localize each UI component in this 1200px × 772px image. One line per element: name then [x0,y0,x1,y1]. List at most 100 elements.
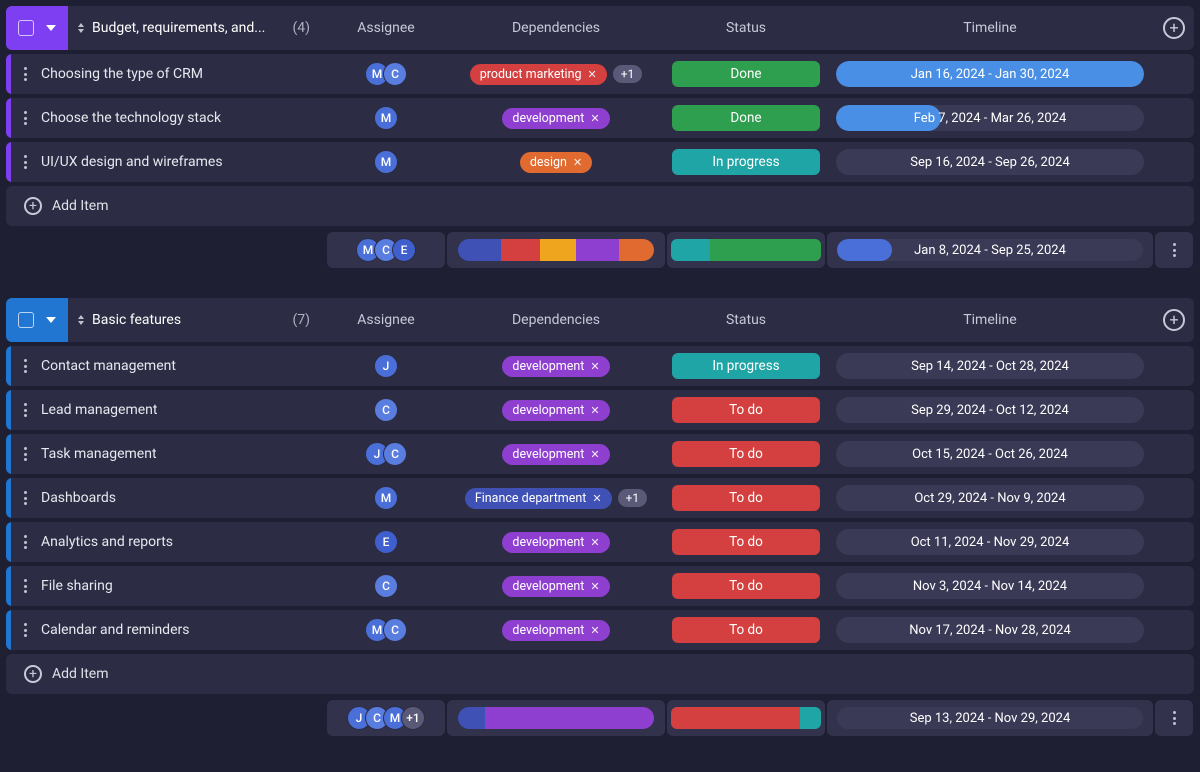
dependency-tag[interactable]: development✕ [502,108,609,129]
status-pill[interactable]: To do [672,441,820,467]
collapse-icon[interactable] [46,25,56,31]
summary-assignees[interactable]: JCM+1 [327,700,445,736]
row-title[interactable]: Analytics and reports [41,534,173,550]
avatar[interactable]: E [374,530,398,554]
dependencies-cell[interactable]: development✕ [446,390,666,430]
col-assignee[interactable]: Assignee [326,20,446,36]
dependencies-cell[interactable]: development✕ [446,434,666,474]
status-pill[interactable]: To do [672,397,820,423]
dependency-tag[interactable]: Finance department✕ [465,488,612,509]
avatar[interactable]: M [374,486,398,510]
remove-tag-icon[interactable]: ✕ [590,580,599,593]
timeline-cell[interactable]: Oct 29, 2024 - Nov 9, 2024 [826,478,1154,518]
dependency-tag[interactable]: product marketing✕ [470,64,607,85]
dependency-tag[interactable]: development✕ [502,444,609,465]
col-timeline[interactable]: Timeline [826,312,1154,328]
assignee-cell[interactable]: J [326,346,446,386]
assignee-cell[interactable]: E [326,522,446,562]
dependencies-cell[interactable]: development✕ [446,566,666,606]
status-cell[interactable]: To do [666,390,826,430]
avatar[interactable]: C [383,618,407,642]
assignee-cell[interactable]: M [326,478,446,518]
row-menu-icon[interactable] [24,623,27,637]
avatar[interactable]: M [374,150,398,174]
timeline-pill[interactable]: Nov 3, 2024 - Nov 14, 2024 [836,573,1144,599]
timeline-pill[interactable]: Sep 14, 2024 - Oct 28, 2024 [836,353,1144,379]
avatar[interactable]: C [383,442,407,466]
row-menu-icon[interactable] [24,359,27,373]
avatar[interactable]: C [374,574,398,598]
timeline-cell[interactable]: Nov 3, 2024 - Nov 14, 2024 [826,566,1154,606]
timeline-pill[interactable]: Feb 7, 2024 - Mar 26, 2024 [836,105,1144,131]
plus-icon[interactable]: + [24,197,42,215]
assignee-cell[interactable]: MC [326,54,446,94]
add-item-row[interactable]: + Add Item [6,186,1194,226]
col-status[interactable]: Status [666,20,826,36]
table-row[interactable]: File sharing C development✕ To do Nov 3,… [6,566,1194,606]
remove-tag-icon[interactable]: ✕ [590,112,599,125]
timeline-cell[interactable]: Oct 11, 2024 - Nov 29, 2024 [826,522,1154,562]
table-row[interactable]: Lead management C development✕ To do Sep… [6,390,1194,430]
status-pill[interactable]: In progress [672,353,820,379]
assignee-cell[interactable]: M [326,142,446,182]
row-title[interactable]: UI/UX design and wireframes [41,154,223,170]
dependencies-cell[interactable]: product marketing✕ +1 [446,54,666,94]
row-menu-icon[interactable] [24,403,27,417]
row-title[interactable]: Dashboards [41,490,116,506]
dependencies-cell[interactable]: development✕ [446,522,666,562]
row-menu-icon[interactable] [24,491,27,505]
timeline-pill[interactable]: Sep 29, 2024 - Oct 12, 2024 [836,397,1144,423]
row-menu-icon[interactable] [24,579,27,593]
col-dependencies[interactable]: Dependencies [446,20,666,36]
table-row[interactable]: Dashboards M Finance department✕+1 To do… [6,478,1194,518]
row-title[interactable]: Task management [41,446,157,462]
row-title[interactable]: Choosing the type of CRM [41,66,203,82]
remove-tag-icon[interactable]: ✕ [588,68,597,81]
group-accent[interactable] [6,298,68,342]
table-row[interactable]: Calendar and reminders MC development✕ T… [6,610,1194,650]
status-cell[interactable]: To do [666,610,826,650]
summary-assignees[interactable]: MCE [327,232,445,268]
assignee-cell[interactable]: M [326,98,446,138]
remove-tag-icon[interactable]: ✕ [592,492,601,505]
status-pill[interactable]: To do [672,529,820,555]
remove-tag-icon[interactable]: ✕ [590,536,599,549]
sort-icon[interactable] [78,315,84,325]
remove-tag-icon[interactable]: ✕ [590,624,599,637]
table-row[interactable]: UI/UX design and wireframes M design✕ In… [6,142,1194,182]
avatar[interactable]: M [374,106,398,130]
select-all-checkbox[interactable] [18,20,34,36]
row-menu-icon[interactable] [24,155,27,169]
dependency-overflow[interactable]: +1 [618,489,648,507]
summary-menu[interactable] [1155,700,1193,736]
row-title[interactable]: Lead management [41,402,157,418]
summary-menu[interactable] [1155,232,1193,268]
dependencies-cell[interactable]: development✕ [446,98,666,138]
timeline-pill[interactable]: Oct 11, 2024 - Nov 29, 2024 [836,529,1144,555]
status-pill[interactable]: To do [672,617,820,643]
row-title[interactable]: Contact management [41,358,176,374]
select-all-checkbox[interactable] [18,312,34,328]
status-cell[interactable]: In progress [666,142,826,182]
timeline-pill[interactable]: Oct 15, 2024 - Oct 26, 2024 [836,441,1144,467]
table-row[interactable]: Task management JC development✕ To do Oc… [6,434,1194,474]
group-name-wrap[interactable]: Budget, requirements, and... (4) [68,20,318,36]
dependency-overflow[interactable]: +1 [613,65,643,83]
timeline-cell[interactable]: Nov 17, 2024 - Nov 28, 2024 [826,610,1154,650]
timeline-cell[interactable]: Sep 29, 2024 - Oct 12, 2024 [826,390,1154,430]
status-cell[interactable]: To do [666,566,826,606]
timeline-pill[interactable]: Nov 17, 2024 - Nov 28, 2024 [836,617,1144,643]
summary-timeline[interactable]: Sep 13, 2024 - Nov 29, 2024 [827,700,1153,736]
remove-tag-icon[interactable]: ✕ [573,156,582,169]
col-status[interactable]: Status [666,312,826,328]
row-menu-icon[interactable] [24,535,27,549]
add-column-button[interactable]: + [1154,6,1194,50]
dependencies-cell[interactable]: Finance department✕ +1 [446,478,666,518]
remove-tag-icon[interactable]: ✕ [590,448,599,461]
summary-status[interactable] [667,232,825,268]
dependency-tag[interactable]: development✕ [502,400,609,421]
avatar-overflow[interactable]: +1 [401,706,425,730]
dependency-tag[interactable]: development✕ [502,576,609,597]
assignee-cell[interactable]: C [326,390,446,430]
timeline-cell[interactable]: Feb 7, 2024 - Mar 26, 2024 [826,98,1154,138]
